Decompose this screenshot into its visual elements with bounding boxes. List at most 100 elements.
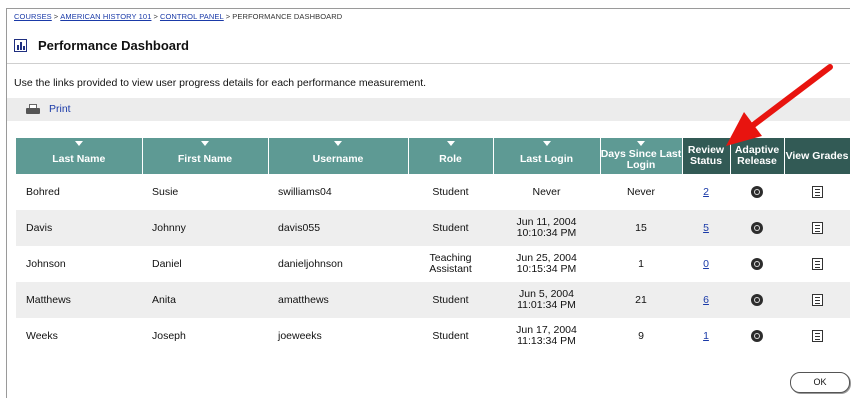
column-header-view-grades: View Grades — [784, 138, 851, 174]
cell-role: Student — [408, 282, 493, 318]
cell-username: davis055 — [268, 210, 408, 246]
cell-review-status: 0 — [682, 246, 730, 282]
print-label: Print — [49, 103, 71, 115]
column-header-review-status: Review Status — [682, 138, 731, 174]
view-grades-icon[interactable] — [811, 330, 823, 342]
divider — [7, 63, 850, 64]
cell-view-grades — [784, 210, 850, 246]
table-header-row: Last Name First Name Username Role Last … — [16, 138, 851, 174]
cell-first-name: Daniel — [152, 257, 182, 270]
review-status-link[interactable]: 1 — [703, 330, 709, 342]
page-header: Performance Dashboard — [14, 38, 189, 53]
cell-adaptive-release — [730, 246, 784, 282]
table-row: Matthews Anita amatthews Student Jun 5, … — [16, 282, 850, 318]
cell-review-status: 1 — [682, 318, 730, 354]
printer-icon — [26, 103, 40, 115]
review-status-link[interactable]: 0 — [703, 258, 709, 270]
cell-last-name: Johnson — [26, 257, 66, 270]
cell-first-name: Joseph — [152, 329, 186, 342]
cell-first-name: Susie — [152, 185, 179, 198]
cell-view-grades — [784, 174, 850, 210]
view-grades-icon[interactable] — [811, 258, 823, 270]
breadcrumb-link-american-history-101[interactable]: AMERICAN HISTORY 101 — [60, 12, 151, 21]
cell-review-status: 5 — [682, 210, 730, 246]
cell-username: joeweeks — [278, 329, 322, 342]
cell-view-grades — [784, 246, 850, 282]
ok-button[interactable]: OK — [790, 372, 850, 393]
page-title: Performance Dashboard — [38, 38, 189, 53]
cell-view-grades — [784, 318, 850, 354]
cell-last-login: Jun 11, 2004 10:10:34 PM — [493, 210, 600, 246]
cell-review-status: 6 — [682, 282, 730, 318]
cell-view-grades — [784, 282, 850, 318]
breadcrumb-link-control-panel[interactable]: CONTROL PANEL — [160, 12, 224, 21]
adaptive-release-icon[interactable] — [751, 222, 763, 234]
cell-role: Teaching Assistant — [429, 252, 472, 275]
sort-arrow-icon — [74, 141, 83, 146]
cell-last-login: Never — [532, 185, 561, 198]
table-row: Davis Johnny davis055 Student Jun 11, 20… — [16, 210, 850, 246]
cell-last-login: Jun 5, 2004 11:01:34 PM — [493, 282, 600, 318]
column-header-username[interactable]: Username — [268, 138, 409, 174]
breadcrumb-current: PERFORMANCE DASHBOARD — [232, 12, 343, 21]
cell-role: Student — [408, 210, 493, 246]
table-row: Bohred Susie swilliams04 Student Never N… — [16, 174, 850, 210]
cell-first-name: Anita — [142, 282, 268, 318]
action-bar: Print — [7, 98, 850, 121]
column-header-adaptive-release: Adaptive Release — [730, 138, 785, 174]
cell-username: danieljohnson — [278, 257, 343, 270]
adaptive-release-icon[interactable] — [751, 294, 763, 306]
sort-arrow-icon — [542, 141, 551, 146]
review-status-link[interactable]: 2 — [703, 186, 709, 198]
cell-last-login: Jun 25, 2004 10:15:34 PM — [516, 252, 577, 275]
cell-username: amatthews — [268, 282, 408, 318]
bar-chart-icon — [14, 39, 27, 52]
cell-review-status: 2 — [682, 174, 730, 210]
adaptive-release-icon[interactable] — [751, 186, 763, 198]
cell-days-since: 1 — [638, 257, 644, 270]
cell-role: Student — [432, 185, 469, 198]
breadcrumb-separator: > — [225, 12, 231, 21]
adaptive-release-icon[interactable] — [751, 330, 763, 342]
review-status-link[interactable]: 6 — [703, 294, 709, 306]
review-status-link[interactable]: 5 — [703, 222, 709, 234]
cell-username: swilliams04 — [278, 185, 332, 198]
view-grades-icon[interactable] — [811, 186, 823, 198]
breadcrumb-link-courses[interactable]: COURSES — [14, 12, 52, 21]
cell-adaptive-release — [730, 174, 784, 210]
cell-days-since: 15 — [600, 210, 682, 246]
cell-days-since: 21 — [600, 282, 682, 318]
intro-text: Use the links provided to view user prog… — [14, 77, 427, 89]
sort-arrow-icon — [201, 141, 209, 146]
cell-days-since: Never — [626, 185, 655, 198]
breadcrumb-separator: > — [53, 12, 59, 21]
cell-adaptive-release — [730, 318, 784, 354]
sort-arrow-icon — [637, 141, 645, 146]
column-header-last-login[interactable]: Last Login — [493, 138, 601, 174]
column-header-role[interactable]: Role — [408, 138, 494, 174]
column-header-first-name[interactable]: First Name — [142, 138, 269, 174]
breadcrumb: COURSES > AMERICAN HISTORY 101 > CONTROL PAN… — [14, 12, 342, 21]
sort-arrow-icon — [334, 141, 342, 146]
cell-adaptive-release — [730, 210, 784, 246]
sort-arrow-icon — [446, 141, 455, 146]
cell-days-since: 9 — [638, 329, 644, 342]
column-header-days-since-last-login[interactable]: Days Since Last Login — [600, 138, 683, 174]
cell-last-name: Davis — [16, 210, 142, 246]
view-grades-icon[interactable] — [811, 222, 823, 234]
cell-last-name: Weeks — [26, 329, 58, 342]
adaptive-release-icon[interactable] — [751, 258, 763, 270]
breadcrumb-separator: > — [153, 12, 158, 21]
table-row: Weeks Joseph joeweeks Student Jun 17, 20… — [16, 318, 850, 354]
column-header-last-name[interactable]: Last Name — [16, 138, 143, 174]
view-grades-icon[interactable] — [811, 294, 823, 306]
cell-last-name: Matthews — [16, 282, 142, 318]
table-body: Bohred Susie swilliams04 Student Never N… — [16, 174, 850, 354]
print-button[interactable]: Print — [26, 103, 71, 115]
cell-adaptive-release — [730, 282, 784, 318]
cell-last-name: Bohred — [26, 185, 60, 198]
performance-table: Last Name First Name Username Role Last … — [16, 138, 851, 354]
table-row: Johnson Daniel danieljohnson Teaching As… — [16, 246, 850, 282]
cell-role: Student — [432, 329, 469, 342]
cell-last-login: Jun 17, 2004 11:13:34 PM — [516, 324, 577, 347]
